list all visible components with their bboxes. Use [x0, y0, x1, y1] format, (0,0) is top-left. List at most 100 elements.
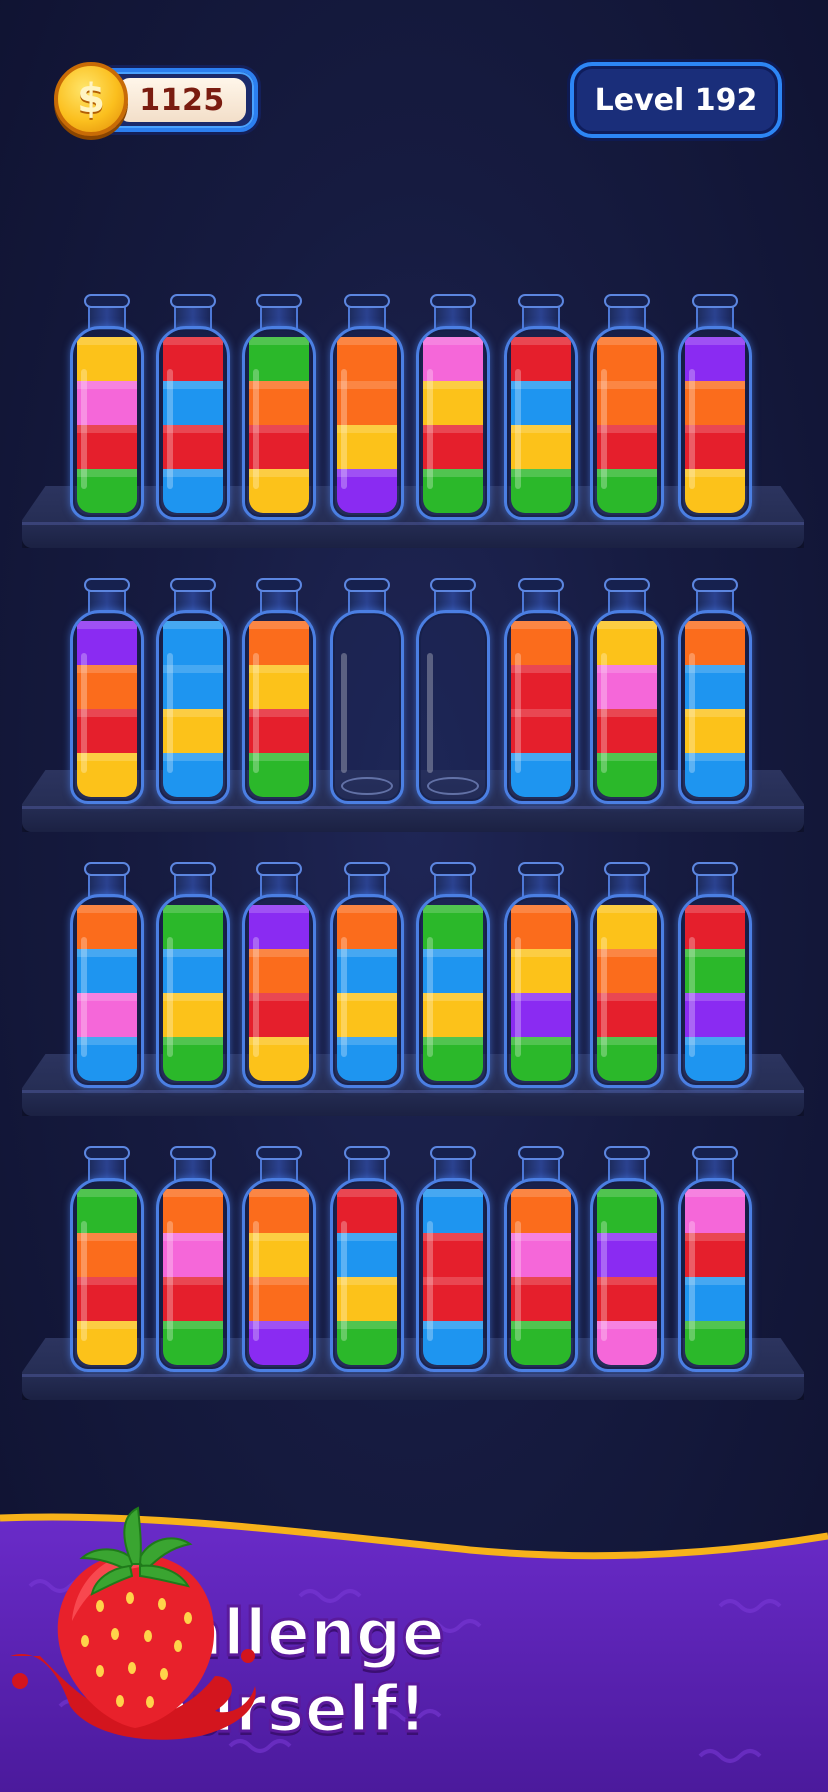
bottle-shine [515, 653, 521, 773]
bottle-shine [515, 369, 521, 489]
bottle-empty-base [427, 777, 479, 795]
bottle[interactable] [590, 294, 664, 520]
bottle[interactable] [156, 862, 230, 1088]
bottle-shine [253, 369, 259, 489]
bottle-shine [689, 369, 695, 489]
bottle[interactable] [590, 1146, 664, 1372]
bottle-rim [692, 578, 738, 592]
bottle-glass [590, 1178, 664, 1372]
bottle-rim [430, 294, 476, 308]
bottle-rim [430, 578, 476, 592]
bottle[interactable] [70, 578, 144, 804]
bottle-shine [167, 937, 173, 1057]
bottle-rim [84, 578, 130, 592]
bottle[interactable] [416, 578, 490, 804]
bottle-glass [242, 894, 316, 1088]
bottle-shine [167, 1221, 173, 1341]
bottle-shine [167, 653, 173, 773]
bottle-shine [601, 1221, 607, 1341]
bottle-shine [427, 653, 433, 773]
bottle[interactable] [330, 1146, 404, 1372]
bottle-shine [515, 1221, 521, 1341]
bottle[interactable] [156, 294, 230, 520]
bottle-rim [84, 862, 130, 876]
bottle-rim [84, 294, 130, 308]
bottle[interactable] [330, 862, 404, 1088]
shelf-row [0, 288, 828, 548]
bottle[interactable] [678, 1146, 752, 1372]
bottle[interactable] [242, 862, 316, 1088]
coin-pill-inner: 1125 [118, 78, 246, 122]
bottle[interactable] [416, 294, 490, 520]
bottle-rim [518, 862, 564, 876]
shelf-row [0, 856, 828, 1116]
bottle-rim [518, 1146, 564, 1160]
bottle-glass [70, 610, 144, 804]
bottle[interactable] [590, 862, 664, 1088]
bottle-rim [430, 862, 476, 876]
bottle-rim [692, 1146, 738, 1160]
bottle[interactable] [504, 1146, 578, 1372]
bottle-glass [156, 610, 230, 804]
bottle-glass [504, 326, 578, 520]
bottle[interactable] [70, 294, 144, 520]
bottle[interactable] [504, 862, 578, 1088]
coin-count: 1125 [139, 82, 225, 118]
bottle[interactable] [70, 1146, 144, 1372]
bottle-rim [344, 1146, 390, 1160]
bottle[interactable] [678, 294, 752, 520]
bottle-glass [504, 894, 578, 1088]
bottle-glass [416, 1178, 490, 1372]
bottle[interactable] [678, 862, 752, 1088]
bottle-glass [590, 610, 664, 804]
bottle-rim [692, 294, 738, 308]
bottle-rim [344, 862, 390, 876]
bottle[interactable] [416, 1146, 490, 1372]
bottle-empty-base [341, 777, 393, 795]
bottle[interactable] [330, 294, 404, 520]
bottle[interactable] [242, 1146, 316, 1372]
bottle-shine [515, 937, 521, 1057]
bottle[interactable] [504, 578, 578, 804]
bottle-rim [170, 862, 216, 876]
bottle-glass [678, 894, 752, 1088]
bottle-glass [242, 610, 316, 804]
bottle-shine [427, 1221, 433, 1341]
bottle-rim [256, 294, 302, 308]
bottle[interactable] [242, 294, 316, 520]
bottle-rim [256, 862, 302, 876]
bottle-glass [504, 610, 578, 804]
bottle-rim [604, 862, 650, 876]
bottle-shine [167, 369, 173, 489]
bottle-rim [604, 578, 650, 592]
shelf-row [0, 572, 828, 832]
bottle[interactable] [156, 578, 230, 804]
bottle-shine [601, 369, 607, 489]
bottle-glass [70, 894, 144, 1088]
bottle-shine [341, 1221, 347, 1341]
bottle-glass [156, 1178, 230, 1372]
bottle-glass [330, 326, 404, 520]
bottle[interactable] [330, 578, 404, 804]
bottle-rim [84, 1146, 130, 1160]
bottle[interactable] [590, 578, 664, 804]
bottle-rim [256, 578, 302, 592]
bottle-glass [242, 326, 316, 520]
bottle[interactable] [504, 294, 578, 520]
coin-counter[interactable]: 1125 $ [54, 62, 260, 136]
bottle-rim [604, 294, 650, 308]
bottle-glass [678, 326, 752, 520]
bottle-shine [427, 369, 433, 489]
bottle[interactable] [156, 1146, 230, 1372]
bottle[interactable] [70, 862, 144, 1088]
bottle-glass [156, 894, 230, 1088]
bottle[interactable] [678, 578, 752, 804]
bottle-shine [601, 653, 607, 773]
bottle-rim [518, 294, 564, 308]
bottle[interactable] [242, 578, 316, 804]
bottle-rim [430, 1146, 476, 1160]
bottle-rim [170, 1146, 216, 1160]
bottle-rim [604, 1146, 650, 1160]
bottle[interactable] [416, 862, 490, 1088]
strawberry-icon [10, 1506, 256, 1740]
